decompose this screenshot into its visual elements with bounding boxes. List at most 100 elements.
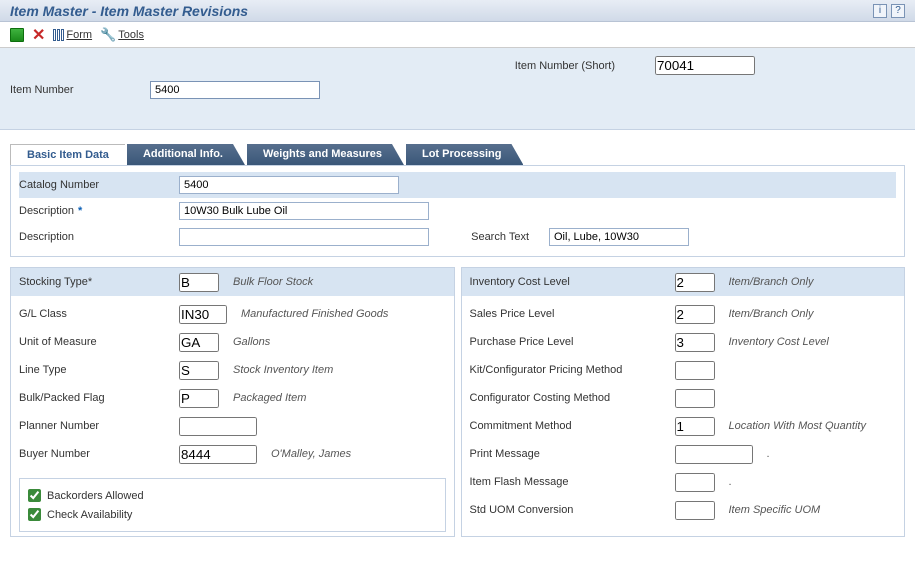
cfg-cost-row: Configurator Costing Method [470, 384, 897, 412]
bulk-packed-input[interactable] [179, 389, 219, 408]
std-uom-input[interactable] [675, 501, 715, 520]
commit-label: Commitment Method [470, 420, 675, 432]
std-uom-label: Std UOM Conversion [470, 504, 675, 516]
cfg-cost-input[interactable] [675, 389, 715, 408]
inv-cost-level-row: Inventory Cost Level Item/Branch Only [462, 268, 905, 296]
purch-price-desc: Inventory Cost Level [729, 336, 829, 348]
check-availability-checkbox[interactable] [28, 508, 41, 521]
search-text-input[interactable] [549, 228, 689, 246]
buyer-desc: O'Malley, James [271, 448, 351, 460]
item-number-input[interactable] [150, 81, 320, 99]
bulk-packed-desc: Packaged Item [233, 392, 306, 404]
tab-lot-processing[interactable]: Lot Processing [406, 144, 523, 165]
print-msg-desc: . [767, 448, 770, 460]
check-availability-checkbox-row[interactable]: Check Availability [28, 508, 437, 521]
std-uom-row: Std UOM Conversion Item Specific UOM [470, 496, 897, 524]
flash-msg-input[interactable] [675, 473, 715, 492]
description2-input[interactable] [179, 228, 429, 246]
planner-input[interactable] [179, 417, 257, 436]
form-menu[interactable]: Form [53, 29, 92, 41]
description1-input[interactable] [179, 202, 429, 220]
sales-price-input[interactable] [675, 305, 715, 324]
planner-row: Planner Number [19, 412, 446, 440]
commit-desc: Location With Most Quantity [729, 420, 866, 432]
stocking-type-input[interactable] [179, 273, 219, 292]
backorders-checkbox-row[interactable]: Backorders Allowed [28, 489, 437, 502]
std-uom-desc: Item Specific UOM [729, 504, 821, 516]
buyer-row: Buyer Number O'Malley, James [19, 440, 446, 468]
description1-label: Description* [19, 205, 179, 217]
check-availability-label: Check Availability [47, 509, 132, 521]
planner-label: Planner Number [19, 420, 179, 432]
uom-row: Unit of Measure Gallons [19, 328, 446, 356]
page-title: Item Master - Item Master Revisions [10, 3, 248, 19]
header-row-item-number: Item Number [10, 81, 905, 99]
stocking-type-desc: Bulk Floor Stock [233, 276, 313, 288]
left-column: Stocking Type* Bulk Floor Stock G/L Clas… [10, 267, 455, 537]
details-grid: Stocking Type* Bulk Floor Stock G/L Clas… [10, 267, 905, 537]
purch-price-input[interactable] [675, 333, 715, 352]
description2-label: Description [19, 231, 179, 243]
help-icon[interactable]: ? [891, 4, 905, 18]
backorders-label: Backorders Allowed [47, 490, 144, 502]
cfg-cost-label: Configurator Costing Method [470, 392, 675, 404]
inv-cost-level-label: Inventory Cost Level [470, 276, 675, 288]
purch-price-row: Purchase Price Level Inventory Cost Leve… [470, 328, 897, 356]
gl-class-desc: Manufactured Finished Goods [241, 308, 388, 320]
print-msg-input[interactable] [675, 445, 753, 464]
commit-row: Commitment Method Location With Most Qua… [470, 412, 897, 440]
backorders-checkbox[interactable] [28, 489, 41, 502]
checkbox-section: Backorders Allowed Check Availability [19, 478, 446, 532]
kit-pricing-label: Kit/Configurator Pricing Method [470, 364, 675, 376]
flash-msg-label: Item Flash Message [470, 476, 675, 488]
item-number-short-input[interactable] [655, 56, 755, 75]
print-msg-row: Print Message . [470, 440, 897, 468]
tab-strip: Basic Item Data Additional Info. Weights… [0, 130, 915, 165]
item-number-short-label: Item Number (Short) [515, 60, 615, 72]
inv-cost-level-desc: Item/Branch Only [729, 276, 814, 288]
gl-class-input[interactable] [179, 305, 227, 324]
form-menu-label: Form [66, 29, 92, 41]
header-row-short: Item Number (Short) [10, 56, 905, 75]
commit-input[interactable] [675, 417, 715, 436]
buyer-input[interactable] [179, 445, 257, 464]
purch-price-label: Purchase Price Level [470, 336, 675, 348]
description2-row: Description Search Text [19, 224, 896, 250]
description1-row: Description* [19, 198, 896, 224]
basic-panel: Catalog Number Description* Description … [10, 165, 905, 257]
line-type-input[interactable] [179, 361, 219, 380]
header-area: Item Number (Short) Item Number [0, 48, 915, 130]
sales-price-label: Sales Price Level [470, 308, 675, 320]
print-msg-label: Print Message [470, 448, 675, 460]
uom-label: Unit of Measure [19, 336, 179, 348]
uom-desc: Gallons [233, 336, 270, 348]
line-type-label: Line Type [19, 364, 179, 376]
info-icon[interactable]: i [873, 4, 887, 18]
form-icon [53, 29, 64, 41]
tools-menu[interactable]: 🔧 Tools [100, 27, 144, 43]
flash-msg-desc: . [729, 476, 732, 488]
flash-msg-row: Item Flash Message . [470, 468, 897, 496]
inv-cost-level-input[interactable] [675, 273, 715, 292]
bulk-packed-label: Bulk/Packed Flag [19, 392, 179, 404]
stocking-type-label: Stocking Type* [19, 276, 179, 288]
kit-pricing-input[interactable] [675, 361, 715, 380]
save-button[interactable] [10, 28, 24, 42]
item-number-label: Item Number [10, 84, 150, 96]
line-type-row: Line Type Stock Inventory Item [19, 356, 446, 384]
tab-basic-item-data[interactable]: Basic Item Data [10, 144, 125, 165]
toolbar: ✕ Form 🔧 Tools [0, 22, 915, 48]
catalog-number-label: Catalog Number [19, 179, 179, 191]
cancel-button[interactable]: ✕ [32, 25, 45, 45]
sales-price-desc: Item/Branch Only [729, 308, 814, 320]
uom-input[interactable] [179, 333, 219, 352]
catalog-row: Catalog Number [19, 172, 896, 198]
save-icon [10, 28, 24, 42]
tab-weights-measures[interactable]: Weights and Measures [247, 144, 404, 165]
sales-price-row: Sales Price Level Item/Branch Only [470, 300, 897, 328]
gl-class-label: G/L Class [19, 308, 179, 320]
help-icons: i ? [873, 4, 905, 18]
tools-menu-label: Tools [118, 29, 144, 41]
tab-additional-info[interactable]: Additional Info. [127, 144, 245, 165]
catalog-number-input[interactable] [179, 176, 399, 194]
